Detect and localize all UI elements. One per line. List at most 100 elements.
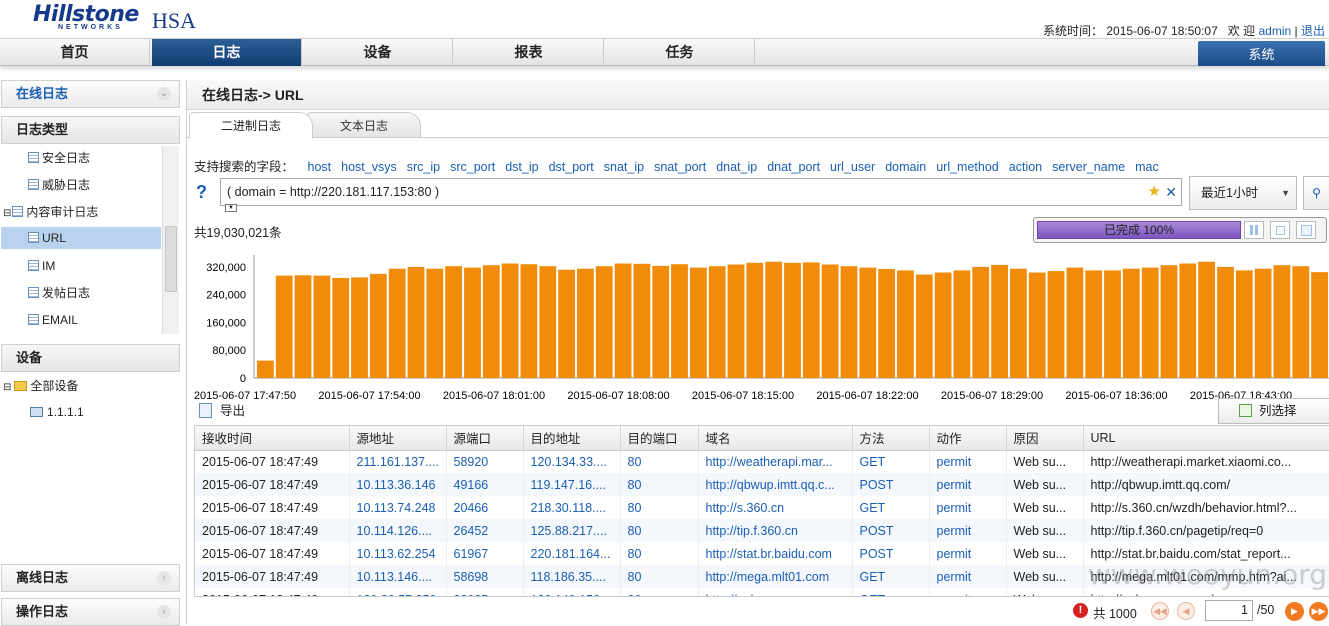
table-cell[interactable]: GET [852,450,930,473]
table-cell[interactable]: permit [929,519,1007,542]
column-header[interactable]: 接收时间 [195,426,350,451]
star-icon[interactable]: ★ [1148,182,1161,202]
next-page-icon[interactable]: ▶ [1285,602,1304,621]
table-cell[interactable]: permit [929,496,1007,519]
table-row[interactable]: 2015-06-07 18:47:49 211.161.137.... 58920 1… [195,450,1329,473]
table-cell[interactable]: 118.186.35.... [523,565,621,588]
nav-home[interactable]: 首页 [0,39,150,66]
tab-binary-log[interactable]: 二进制日志 [189,112,313,139]
nav-device[interactable]: 设备 [303,39,453,66]
table-cell[interactable]: permit [929,473,1007,496]
last-page-icon[interactable]: ▶▶ [1309,602,1328,621]
scrollbar-thumb[interactable] [165,226,177,292]
search-field-mac[interactable]: mac [1135,160,1159,174]
table-cell[interactable]: POST [852,519,930,542]
table-cell[interactable]: permit [929,565,1007,588]
table-cell[interactable]: 10.113.36.146 [349,473,447,496]
column-header[interactable]: 目的地址 [523,426,621,451]
table-cell[interactable]: 80 [620,473,699,496]
table-cell[interactable]: http://stat.br.baidu.com [698,542,853,565]
table-cell[interactable]: 49166 [446,473,524,496]
table-cell[interactable]: 80 [620,542,699,565]
nav-system[interactable]: 系统 [1198,41,1325,66]
save-icon[interactable] [1296,221,1316,239]
search-field-src-port[interactable]: src_port [450,160,495,174]
search-field-snat-port[interactable]: snat_port [654,160,706,174]
query-input[interactable]: ( domain = http://220.181.117.153:80 ) ★… [220,178,1182,206]
search-field-url-user[interactable]: url_user [830,160,875,174]
column-header[interactable]: 域名 [698,426,853,451]
page-input[interactable]: 1 [1205,600,1253,621]
table-cell[interactable]: 80 [620,496,699,519]
table-cell[interactable]: 80 [620,450,699,473]
query-dropdown-icon[interactable]: ▼ [225,204,237,212]
search-field-url-method[interactable]: url_method [936,160,999,174]
table-cell[interactable]: permit [929,542,1007,565]
search-field-dnat-ip[interactable]: dnat_ip [716,160,757,174]
table-cell[interactable]: 125.88.217.... [523,519,621,542]
column-select-button[interactable]: 列选择 [1218,398,1329,424]
column-header[interactable]: 源地址 [349,426,447,451]
prev-page-icon[interactable]: ◀ [1177,602,1195,620]
table-cell[interactable]: permit [929,588,1007,596]
tree-item-url[interactable]: URL [1,227,161,249]
table-cell[interactable]: 220.181.164... [523,542,621,565]
tree-item-device-ip[interactable]: 1.1.1.1 [30,401,84,423]
table-cell[interactable]: 58698 [446,565,524,588]
tree-scrollbar[interactable] [162,146,179,334]
nav-task[interactable]: 任务 [605,39,755,66]
search-button[interactable]: ⚲ [1303,176,1329,210]
accordion-op-log[interactable]: 操作日志 › [1,598,180,626]
table-cell[interactable]: 180.89.57.250 [349,588,447,596]
table-cell[interactable]: http://mega.mlt01.com [698,565,853,588]
nav-report[interactable]: 报表 [454,39,604,66]
table-row[interactable]: 2015-06-07 18:47:49 10.114.126.... 26452 12… [195,519,1329,542]
search-field-snat-ip[interactable]: snat_ip [604,160,644,174]
table-cell[interactable]: 20466 [446,496,524,519]
tree-item-security-log[interactable]: 安全日志 [28,147,90,169]
table-cell[interactable]: 26452 [446,519,524,542]
time-range-select[interactable]: 最近1小时 ▼ [1189,176,1297,210]
collapse-icon[interactable]: ⊟ [3,208,11,219]
column-header[interactable]: 目的端口 [620,426,699,451]
search-field-action[interactable]: action [1009,160,1042,174]
table-cell[interactable]: permit [929,450,1007,473]
column-header[interactable]: 原因 [1006,426,1084,451]
table-cell[interactable]: 211.161.137.... [349,450,447,473]
table-cell[interactable]: 80 [620,519,699,542]
table-cell[interactable]: 38935 [446,588,524,596]
tree-item-content-audit[interactable]: ⊟ 内容审计日志 [3,201,98,223]
logout-link[interactable]: 退出 [1301,24,1325,38]
table-cell[interactable]: GET [852,496,930,519]
table-cell[interactable]: 10.113.146.... [349,565,447,588]
table-cell[interactable]: 10.113.62.254 [349,542,447,565]
clear-icon[interactable]: ✕ [1165,182,1177,202]
table-cell[interactable]: 80 [620,588,699,596]
tree-item-im[interactable]: IM [28,255,55,277]
search-field-server-name[interactable]: server_name [1052,160,1125,174]
help-icon[interactable]: ? [196,182,214,202]
search-field-dst-port[interactable]: dst_port [549,160,594,174]
table-row[interactable]: 2015-06-07 18:47:49 10.113.74.248 20466 218… [195,496,1329,519]
table-cell[interactable]: 58920 [446,450,524,473]
accordion-offline-log[interactable]: 离线日志 › [1,564,180,592]
table-cell[interactable]: http://weatherapi.mar... [698,450,853,473]
table-cell[interactable]: http://s.360.cn [698,496,853,519]
accordion-online-log[interactable]: 在线日志 ⌄ [1,80,180,108]
table-cell[interactable]: GET [852,588,930,596]
table-cell[interactable]: POST [852,542,930,565]
tree-item-all-devices[interactable]: ⊟ 全部设备 [3,375,78,397]
table-cell[interactable]: 10.114.126.... [349,519,447,542]
table-cell[interactable]: 10.113.74.248 [349,496,447,519]
search-field-dst-ip[interactable]: dst_ip [505,160,538,174]
table-cell[interactable]: POST [852,473,930,496]
table-cell[interactable]: http://qbwup.imtt.qq.c... [698,473,853,496]
table-cell[interactable]: 80 [620,565,699,588]
tree-item-post-log[interactable]: 发帖日志 [28,282,90,304]
table-cell[interactable]: 218.30.118.... [523,496,621,519]
pause-icon[interactable] [1244,221,1264,239]
collapse-icon[interactable]: ⊟ [3,382,11,393]
table-cell[interactable]: 120.134.33.... [523,450,621,473]
first-page-icon[interactable]: ◀◀ [1151,602,1169,620]
tree-item-email[interactable]: EMAIL [28,309,78,331]
